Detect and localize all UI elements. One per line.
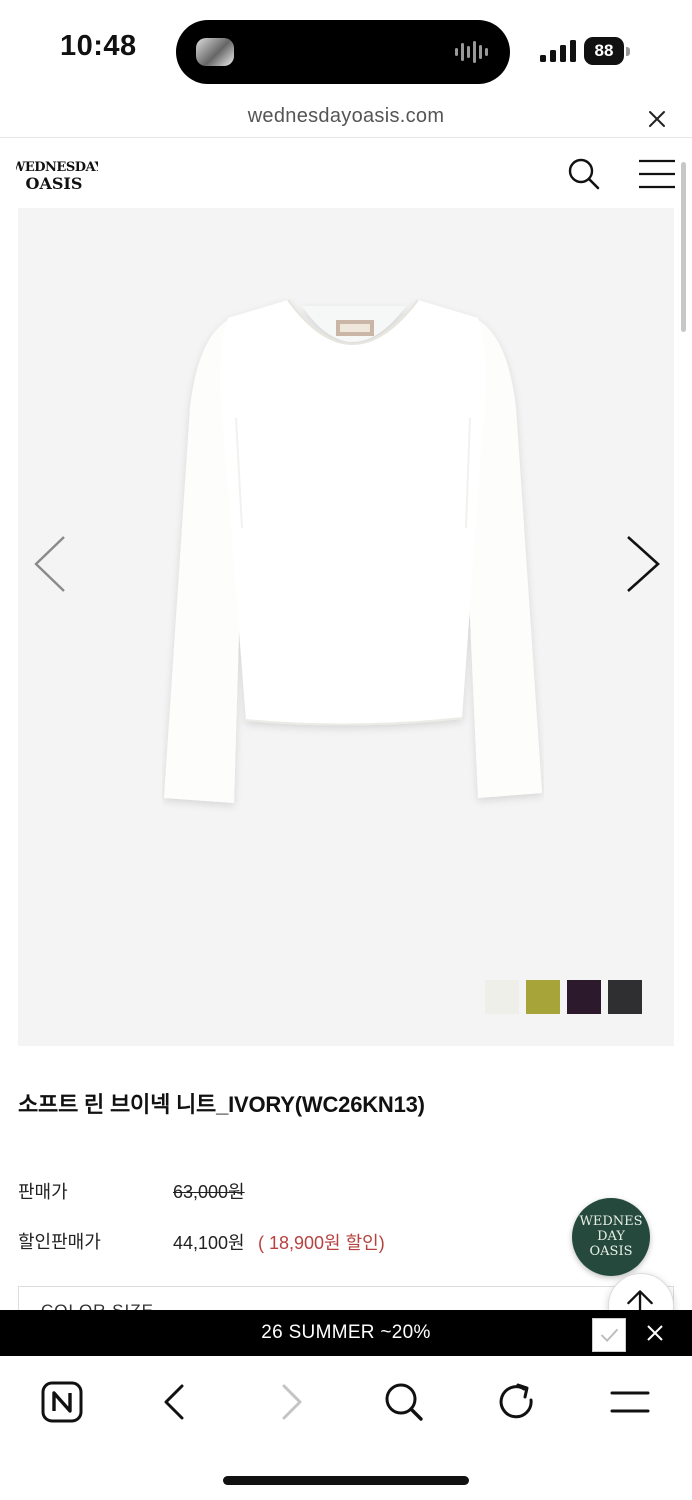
brand-logo-icon: WEDNES DAY OASIS bbox=[579, 1214, 642, 1259]
swatch-charcoal[interactable] bbox=[608, 980, 642, 1014]
reload-icon[interactable] bbox=[494, 1380, 538, 1424]
check-icon bbox=[600, 1328, 619, 1343]
product-gallery bbox=[18, 208, 674, 1046]
home-indicator bbox=[223, 1476, 469, 1485]
product-title: 소프트 린 브이넥 니트_IVORY(WC26KN13) bbox=[18, 1092, 425, 1117]
cellular-signal-icon bbox=[540, 40, 576, 62]
naver-icon[interactable] bbox=[40, 1380, 84, 1424]
logo-line1: WEDNESDAY bbox=[16, 160, 98, 175]
site-logo[interactable]: WEDNESDAY OASIS bbox=[16, 156, 98, 196]
prev-image-arrow-icon[interactable] bbox=[32, 534, 68, 594]
swatch-ivory[interactable] bbox=[485, 980, 519, 1014]
status-bar: 10:48 88 bbox=[0, 0, 692, 100]
promo-banner[interactable]: 26 SUMMER ~20% bbox=[0, 1310, 692, 1356]
battery-indicator: 88 bbox=[584, 37, 630, 65]
browser-toolbar bbox=[0, 1356, 692, 1500]
sale-price: 44,100원 bbox=[173, 1233, 245, 1253]
svg-text:OASIS: OASIS bbox=[590, 1244, 633, 1259]
back-icon[interactable] bbox=[154, 1380, 198, 1424]
logo-line2: OASIS bbox=[26, 174, 83, 193]
hamburger-menu-icon[interactable] bbox=[638, 158, 676, 190]
product-image-sweater bbox=[164, 299, 542, 803]
search-icon[interactable] bbox=[382, 1380, 426, 1424]
scrollbar[interactable] bbox=[681, 162, 686, 332]
now-playing-artwork bbox=[196, 38, 234, 66]
swatch-olive[interactable] bbox=[526, 980, 560, 1014]
chat-button[interactable]: WEDNES DAY OASIS bbox=[572, 1198, 650, 1276]
battery-level: 88 bbox=[584, 37, 624, 65]
audio-wave-icon bbox=[455, 41, 488, 63]
original-price: 63,000원 bbox=[173, 1182, 245, 1202]
clock: 10:48 bbox=[60, 30, 137, 62]
menu-icon[interactable] bbox=[608, 1380, 652, 1424]
forward-icon[interactable] bbox=[268, 1380, 312, 1424]
url-text[interactable]: wednesdayoasis.com bbox=[0, 105, 692, 128]
dont-show-checkbox[interactable] bbox=[592, 1318, 626, 1352]
swatch-plum[interactable] bbox=[567, 980, 601, 1014]
search-icon[interactable] bbox=[566, 156, 602, 192]
discount-amount: ( 18,900원 할인) bbox=[258, 1233, 385, 1253]
url-bar[interactable]: wednesdayoasis.com bbox=[0, 100, 692, 138]
price-label: 판매가 bbox=[18, 1182, 68, 1202]
promo-text: 26 SUMMER ~20% bbox=[261, 1322, 431, 1343]
dynamic-island bbox=[176, 20, 510, 84]
svg-text:DAY: DAY bbox=[597, 1229, 625, 1244]
next-image-arrow-icon[interactable] bbox=[622, 534, 662, 594]
close-icon[interactable] bbox=[644, 106, 670, 132]
sale-price-label: 할인판매가 bbox=[18, 1232, 101, 1252]
banner-close-icon[interactable] bbox=[646, 1324, 664, 1342]
svg-text:WEDNES: WEDNES bbox=[579, 1214, 642, 1229]
